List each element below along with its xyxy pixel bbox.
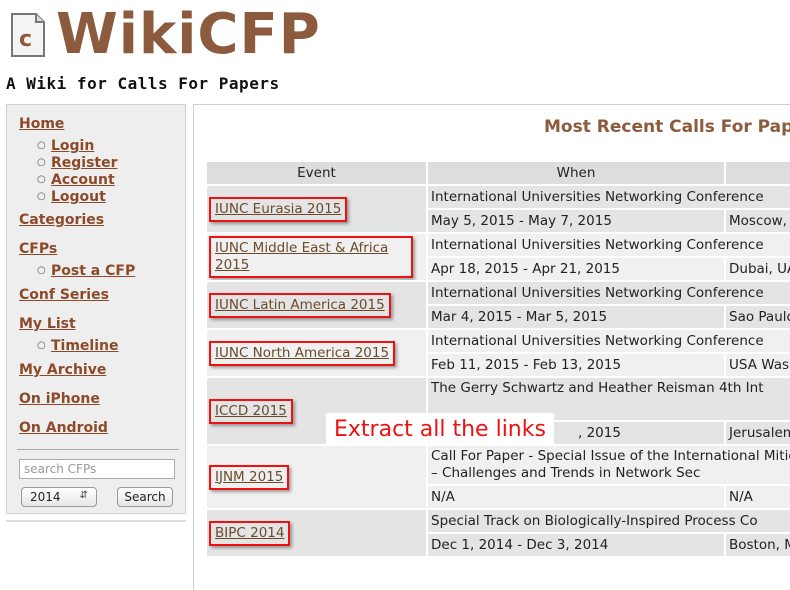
event-cell: IUNC Latin America 2015 bbox=[207, 282, 426, 328]
sidebar-divider bbox=[17, 449, 179, 450]
sidebar-subitem-register: ○ Register bbox=[37, 155, 118, 171]
event-title-cell: International Universities Networking Co… bbox=[428, 330, 790, 352]
bullet-icon: ○ bbox=[37, 340, 46, 351]
document-icon: c bbox=[11, 13, 45, 57]
page-title: Most Recent Calls For Pap bbox=[544, 117, 790, 137]
event-link[interactable]: IUNC Latin America 2015 bbox=[209, 292, 391, 318]
event-title-cell: International Universities Networking Co… bbox=[428, 234, 790, 256]
sidebar: Home ○ Login ○ Register ○ Account ○ Logout C… bbox=[6, 104, 186, 514]
site-tagline: A Wiki for Calls For Papers bbox=[6, 74, 280, 93]
sidebar-subitem-login: ○ Login bbox=[37, 138, 94, 154]
column-header-when: When bbox=[428, 162, 724, 184]
sidebar-link-post-cfp[interactable]: Post a CFP bbox=[51, 263, 135, 279]
column-header-extra bbox=[726, 162, 790, 184]
sidebar-subitem-logout: ○ Logout bbox=[37, 189, 106, 205]
sidebar-link-my-archive[interactable]: My Archive bbox=[19, 362, 106, 378]
sidebar-link-logout[interactable]: Logout bbox=[51, 189, 106, 205]
event-title-cell: Call For Paper - Special Issue of the In… bbox=[428, 446, 790, 484]
sidebar-link-timeline[interactable]: Timeline bbox=[51, 338, 119, 354]
sidebar-link-on-android[interactable]: On Android bbox=[19, 420, 108, 436]
sidebar-link-home[interactable]: Home bbox=[19, 116, 64, 132]
sidebar-subitem-post-cfp: ○ Post a CFP bbox=[37, 263, 135, 279]
sidebar-link-cfps[interactable]: CFPs bbox=[19, 241, 57, 257]
table-header-row: Event When bbox=[207, 162, 790, 184]
search-button[interactable]: Search bbox=[117, 487, 173, 507]
event-cell: BIPC 2014 bbox=[207, 510, 426, 556]
event-cell: IJNM 2015 bbox=[207, 446, 426, 508]
site-name: WikiCFP bbox=[56, 2, 321, 67]
event-link[interactable]: ICCD 2015 bbox=[209, 398, 293, 424]
bullet-icon: ○ bbox=[37, 157, 46, 168]
logo-letter: c bbox=[19, 27, 32, 52]
column-header-event: Event bbox=[207, 162, 426, 184]
event-date-cell: N/A bbox=[428, 486, 724, 508]
event-link[interactable]: BIPC 2014 bbox=[209, 520, 291, 546]
bullet-icon: ○ bbox=[37, 265, 46, 276]
event-link[interactable]: IUNC Middle East & Africa 2015 bbox=[209, 236, 413, 278]
event-link[interactable]: IUNC North America 2015 bbox=[209, 340, 396, 366]
cfp-table: Event When IUNC Eurasia 2015 Internation… bbox=[205, 160, 790, 558]
event-location-cell: Moscow, R bbox=[726, 210, 790, 232]
table-row: IUNC Eurasia 2015 International Universi… bbox=[207, 186, 790, 232]
event-location-cell: Jerusalem bbox=[726, 422, 790, 444]
event-location-cell: Dubai, UA bbox=[726, 258, 790, 280]
event-cell: IUNC North America 2015 bbox=[207, 330, 426, 376]
table-row: IUNC North America 2015 International Un… bbox=[207, 330, 790, 376]
sidebar-link-login[interactable]: Login bbox=[51, 138, 94, 154]
event-date-cell: Mar 4, 2015 - Mar 5, 2015 bbox=[428, 306, 724, 328]
select-arrows-icon: ⇵ bbox=[79, 490, 88, 501]
sidebar-link-register[interactable]: Register bbox=[51, 155, 118, 171]
event-cell: IUNC Eurasia 2015 bbox=[207, 186, 426, 232]
event-location-cell: Boston, M bbox=[726, 534, 790, 556]
bullet-icon: ○ bbox=[37, 140, 46, 151]
event-title-cell: International Universities Networking Co… bbox=[428, 186, 790, 208]
sidebar-link-categories[interactable]: Categories bbox=[19, 212, 104, 228]
sidebar-link-account[interactable]: Account bbox=[51, 172, 115, 188]
table-row: IJNM 2015 Call For Paper - Special Issue… bbox=[207, 446, 790, 508]
event-location-cell: USA Wash bbox=[726, 354, 790, 376]
event-date-cell: Feb 11, 2015 - Feb 13, 2015 bbox=[428, 354, 724, 376]
sidebar-link-conf-series[interactable]: Conf Series bbox=[19, 287, 109, 303]
year-select-value: 2014 bbox=[30, 490, 61, 504]
event-date-cell: May 5, 2015 - May 7, 2015 bbox=[428, 210, 724, 232]
sidebar-link-on-iphone[interactable]: On iPhone bbox=[19, 391, 100, 407]
sidebar-bottom-divider bbox=[6, 520, 186, 522]
table-row: IUNC Latin America 2015 International Un… bbox=[207, 282, 790, 328]
bullet-icon: ○ bbox=[37, 191, 46, 202]
year-select[interactable]: 2014 ⇵ bbox=[21, 487, 97, 507]
table-row: IUNC Middle East & Africa 2015 Internati… bbox=[207, 234, 790, 280]
event-date-cell: Dec 1, 2014 - Dec 3, 2014 bbox=[428, 534, 724, 556]
main-panel: Most Recent Calls For Pap Event When IUN… bbox=[193, 104, 790, 590]
sidebar-subitem-timeline: ○ Timeline bbox=[37, 338, 119, 354]
event-location-cell: Sao Paulo bbox=[726, 306, 790, 328]
event-location-cell: N/A bbox=[726, 486, 790, 508]
event-date-cell: Apr 18, 2015 - Apr 21, 2015 bbox=[428, 258, 724, 280]
bullet-icon: ○ bbox=[37, 174, 46, 185]
event-title-cell: Special Track on Biologically-Inspired P… bbox=[428, 510, 790, 532]
event-link[interactable]: IJNM 2015 bbox=[209, 464, 290, 490]
annotation-label: Extract all the links bbox=[326, 413, 554, 446]
event-cell: IUNC Middle East & Africa 2015 bbox=[207, 234, 426, 280]
sidebar-link-my-list[interactable]: My List bbox=[19, 316, 76, 332]
event-link[interactable]: IUNC Eurasia 2015 bbox=[209, 196, 348, 222]
search-input[interactable]: search CFPs bbox=[19, 459, 175, 479]
table-row: BIPC 2014 Special Track on Biologically-… bbox=[207, 510, 790, 556]
site-logo[interactable]: c WikiCFP bbox=[6, 2, 320, 72]
event-title-cell: International Universities Networking Co… bbox=[428, 282, 790, 304]
sidebar-subitem-account: ○ Account bbox=[37, 172, 115, 188]
